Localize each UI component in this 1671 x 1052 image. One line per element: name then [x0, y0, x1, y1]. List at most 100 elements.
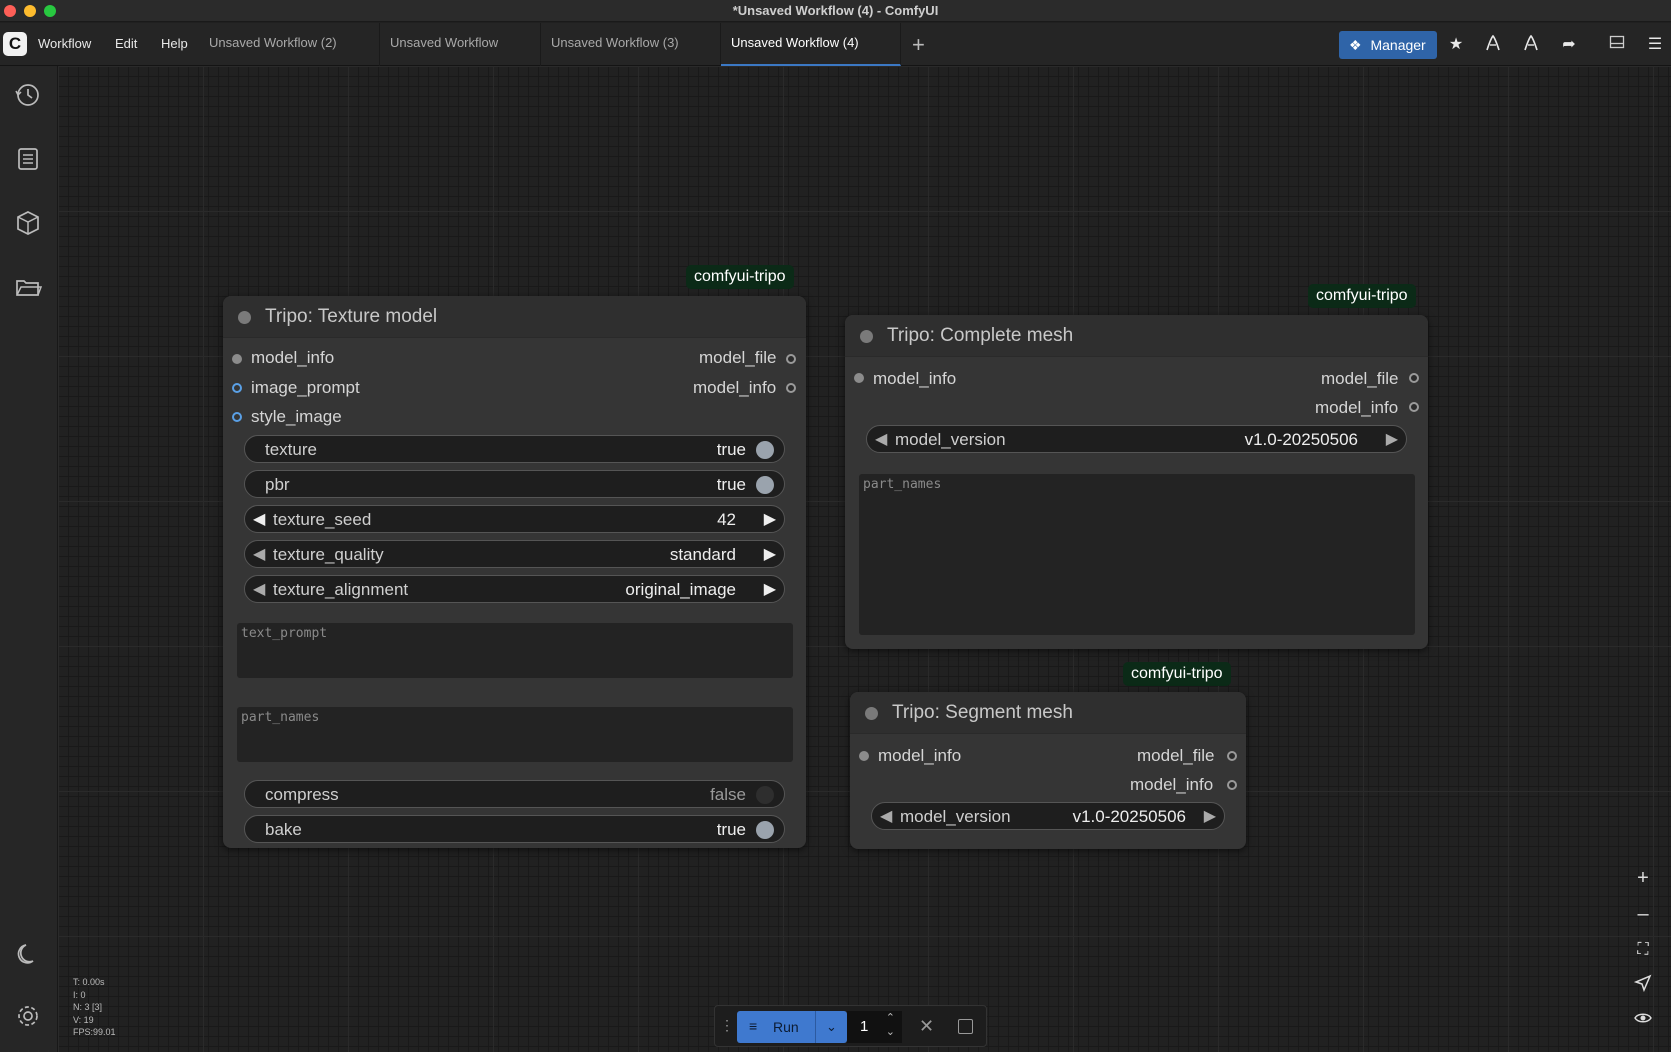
next-arrow-icon[interactable]: ▶	[1204, 806, 1216, 826]
text-prompt-textarea[interactable]: text_prompt	[237, 623, 793, 678]
new-tab-plus-icon[interactable]: +	[912, 32, 925, 58]
widget-value: false	[710, 785, 746, 804]
history-icon[interactable]	[14, 81, 42, 109]
input-slot-dot[interactable]	[854, 373, 864, 383]
widget-value: original_image	[625, 580, 736, 599]
stop-square-icon[interactable]	[958, 1019, 973, 1034]
increment-chevron-up-icon[interactable]: ⌃	[886, 1011, 895, 1024]
node-header[interactable]: Tripo: Texture model	[223, 296, 806, 338]
texture-seed-number[interactable]: ◀ texture_seed 42 ▶	[244, 505, 785, 533]
next-arrow-icon[interactable]: ▶	[764, 544, 776, 564]
bottom-panel-toggle-icon[interactable]	[1606, 34, 1628, 56]
widget-label: compress	[265, 785, 339, 804]
tab-unsaved-workflow-2[interactable]: Unsaved Workflow (2)	[199, 23, 380, 66]
previous-arrow-icon[interactable]: ◀	[880, 806, 892, 826]
output-slot-dot[interactable]	[786, 354, 796, 364]
next-arrow-icon[interactable]: ▶	[1386, 429, 1398, 449]
node-header[interactable]: Tripo: Segment mesh	[850, 692, 1246, 734]
segment-mesh-node[interactable]: Tripo: Segment mesh model_info model_fil…	[850, 692, 1246, 849]
stat-v: V: 19	[73, 1014, 94, 1025]
widget-label: model_version	[900, 807, 1011, 826]
settings-gear-icon[interactable]	[14, 1002, 42, 1030]
window-title: *Unsaved Workflow (4) - ComfyUI	[732, 3, 939, 18]
input-slot-dot[interactable]	[232, 412, 242, 422]
run-options-chevron-down-icon[interactable]: ⌄	[815, 1011, 847, 1043]
toggle-links-eye-icon[interactable]	[1630, 1008, 1656, 1034]
batch-count-stepper[interactable]: 1 ⌃ ⌄	[847, 1011, 902, 1043]
texture-toggle[interactable]: texture true	[244, 435, 785, 463]
model-version-combo[interactable]: ◀ model_version v1.0-20250506 ▶	[866, 425, 1407, 453]
cancel-close-icon[interactable]: ✕	[919, 1016, 934, 1037]
previous-arrow-icon[interactable]: ◀	[253, 544, 265, 564]
complete-mesh-node[interactable]: Tripo: Complete mesh model_info model_fi…	[845, 315, 1428, 649]
toggle-knob	[756, 476, 774, 494]
star-icon[interactable]: ★	[1445, 34, 1467, 56]
widget-label: bake	[265, 820, 302, 839]
manager-label: Manager	[1370, 37, 1426, 53]
previous-arrow-icon[interactable]: ◀	[875, 429, 887, 449]
fit-view-icon[interactable]: ⛶	[1630, 937, 1656, 963]
tab-unsaved-workflow-4[interactable]: Unsaved Workflow (4)	[721, 23, 901, 66]
widget-label: texture_alignment	[273, 580, 409, 599]
output-slot-dot[interactable]	[786, 383, 796, 393]
tab-label: Unsaved Workflow (4)	[731, 35, 859, 50]
previous-arrow-icon[interactable]: ◀	[253, 579, 265, 599]
output-model-file: model_file	[1321, 369, 1399, 388]
run-button[interactable]: ≡ Run ⌄	[737, 1011, 847, 1043]
model-manager-icon[interactable]	[1520, 34, 1542, 56]
texture-model-node[interactable]: Tripo: Texture model model_info image_pr…	[223, 296, 806, 848]
output-model-info: model_info	[1315, 398, 1399, 417]
zoom-in-plus-icon[interactable]: +	[1630, 865, 1656, 891]
model-library-cube-icon[interactable]	[14, 209, 42, 237]
menu-edit[interactable]: Edit	[115, 36, 137, 51]
tab-unsaved-workflow-3[interactable]: Unsaved Workflow (3)	[541, 23, 721, 66]
manager-button[interactable]: ❖ Manager	[1339, 31, 1437, 59]
select-mode-cursor-icon[interactable]	[1630, 973, 1656, 999]
menu-help[interactable]: Help	[161, 36, 188, 51]
input-slot-dot[interactable]	[232, 354, 242, 364]
menu-workflow[interactable]: Workflow	[38, 36, 91, 51]
part-names-textarea[interactable]: part_names	[859, 474, 1415, 635]
top-menubar: C Workflow Edit Help Unsaved Workflow (2…	[0, 23, 1671, 66]
next-arrow-icon[interactable]: ▶	[764, 579, 776, 599]
decrement-arrow-icon[interactable]: ◀	[253, 509, 265, 529]
input-slot-dot[interactable]	[232, 383, 242, 393]
increment-arrow-icon[interactable]: ▶	[764, 509, 776, 529]
workflows-folder-icon[interactable]	[14, 273, 43, 301]
texture-quality-combo[interactable]: ◀ texture_quality standard ▶	[244, 540, 785, 568]
output-slot-dot[interactable]	[1227, 751, 1237, 761]
model-version-combo[interactable]: ◀ model_version v1.0-20250506 ▶	[871, 802, 1225, 830]
bake-toggle[interactable]: bake true	[244, 815, 785, 843]
stat-i: I: 0	[73, 989, 86, 1000]
batch-count-value: 1	[860, 1018, 869, 1035]
queue-list-icon[interactable]	[14, 145, 42, 173]
widget-value: true	[716, 820, 746, 839]
texture-alignment-combo[interactable]: ◀ texture_alignment original_image ▶	[244, 575, 785, 603]
zoom-out-minus-icon[interactable]: –	[1630, 901, 1656, 927]
widget-label: model_version	[895, 430, 1006, 449]
toggle-knob	[756, 821, 774, 839]
tab-label: Unsaved Workflow	[390, 35, 499, 50]
node-header[interactable]: Tripo: Complete mesh	[845, 315, 1428, 357]
output-slot-dot[interactable]	[1409, 402, 1419, 412]
node-collapse-dot[interactable]	[865, 707, 878, 720]
model-downloader-icon[interactable]	[1482, 34, 1504, 56]
theme-moon-icon[interactable]	[14, 940, 42, 968]
pbr-toggle[interactable]: pbr true	[244, 470, 785, 498]
output-slot-dot[interactable]	[1409, 373, 1419, 383]
node-collapse-dot[interactable]	[860, 330, 873, 343]
input-slot-dot[interactable]	[859, 751, 869, 761]
comfyui-logo[interactable]: C	[3, 32, 27, 56]
widget-value: v1.0-20250506	[1244, 430, 1358, 449]
decrement-chevron-down-icon[interactable]: ⌄	[886, 1025, 895, 1038]
tab-unsaved-workflow[interactable]: Unsaved Workflow	[380, 23, 541, 66]
output-slot-dot[interactable]	[1227, 780, 1237, 790]
compress-toggle[interactable]: compress false	[244, 780, 785, 808]
widget-value: true	[716, 475, 746, 494]
share-icon[interactable]: ➦	[1558, 34, 1580, 56]
part-names-textarea[interactable]: part_names	[237, 707, 793, 762]
node-title: Tripo: Complete mesh	[887, 325, 1074, 346]
hamburger-menu-icon[interactable]: ☰	[1644, 34, 1666, 56]
node-source-badge: comfyui-tripo	[686, 265, 794, 289]
node-collapse-dot[interactable]	[238, 311, 251, 324]
